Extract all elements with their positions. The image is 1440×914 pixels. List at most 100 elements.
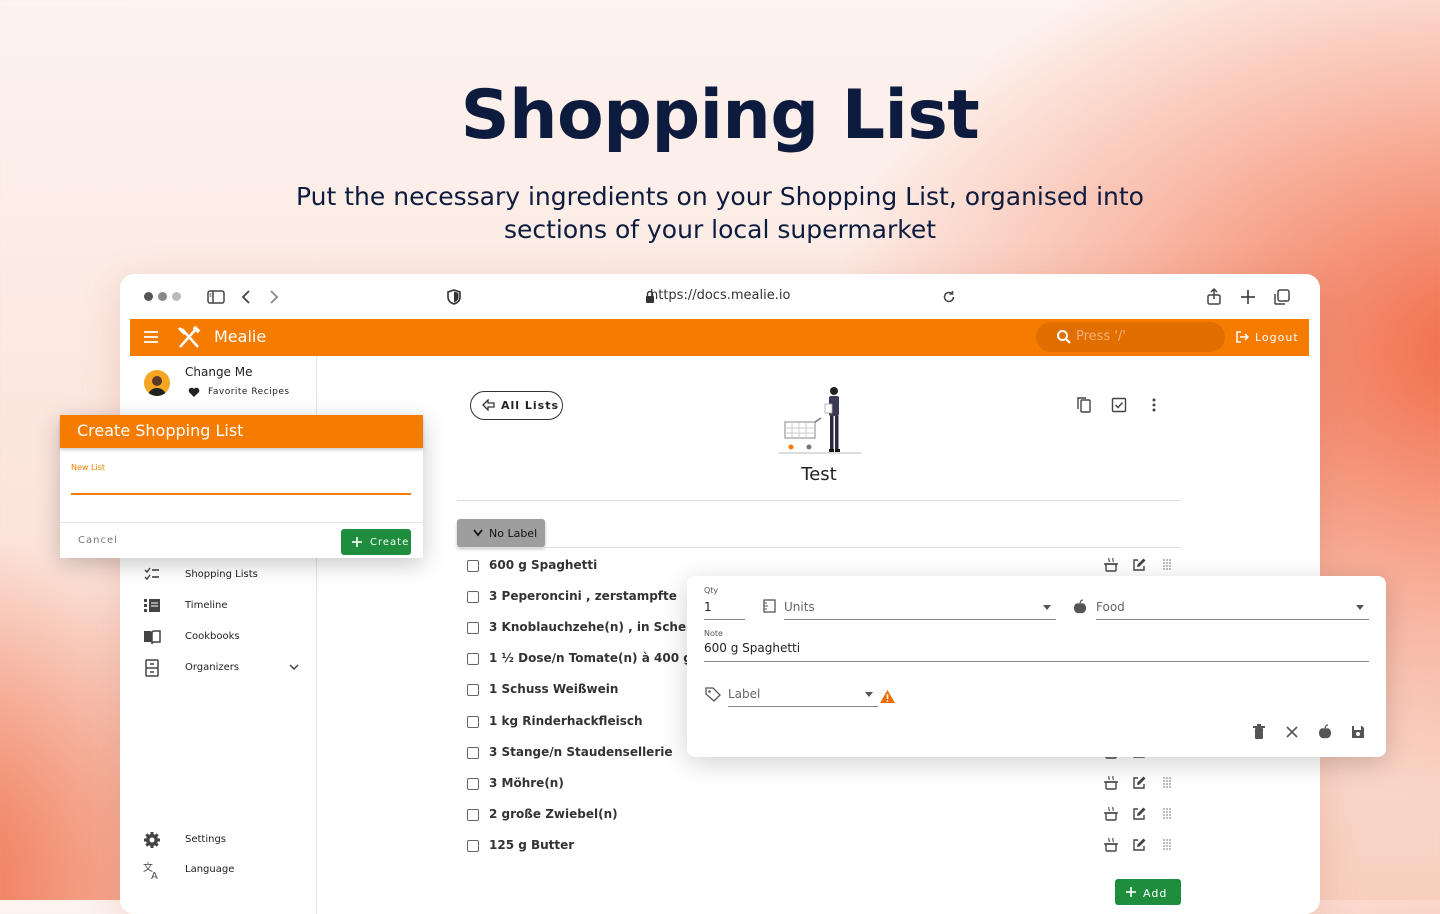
food-underline xyxy=(1096,619,1369,620)
tag-icon xyxy=(704,686,722,702)
food-apple-icon[interactable] xyxy=(1317,724,1333,740)
item-text: 3 Stange/n Staudensellerie xyxy=(489,744,673,759)
sidebar-item-label: Language xyxy=(185,864,235,875)
note-input[interactable]: 600 g Spaghetti xyxy=(704,641,800,655)
back-icon[interactable] xyxy=(236,286,258,308)
item-checkbox[interactable] xyxy=(467,591,479,604)
address-bar-url[interactable]: https://docs.mealie.io xyxy=(650,288,790,303)
window-maximize-dot[interactable] xyxy=(172,292,181,301)
label-dropdown-icon[interactable] xyxy=(864,690,874,698)
list-item[interactable]: 3 Möhre(n) xyxy=(467,775,1197,795)
close-icon[interactable] xyxy=(1285,725,1299,739)
copy-icon[interactable] xyxy=(1075,396,1093,414)
sidebar-item-timeline[interactable]: Timeline xyxy=(130,593,316,621)
plus-icon xyxy=(352,537,362,547)
chevron-down-icon[interactable] xyxy=(288,661,300,673)
sidebar-item-shopping-lists[interactable]: Shopping Lists xyxy=(130,562,316,590)
drag-handle-icon[interactable] xyxy=(1161,838,1173,852)
list-item[interactable]: 2 große Zwiebel(n) xyxy=(467,806,1197,826)
shield-icon[interactable] xyxy=(443,286,465,308)
check-all-icon[interactable] xyxy=(1110,396,1128,414)
window-close-dot[interactable] xyxy=(144,292,153,301)
avatar[interactable] xyxy=(144,370,170,396)
more-vert-icon[interactable] xyxy=(1145,396,1163,414)
all-lists-button[interactable]: All Lists xyxy=(470,391,563,420)
app-bar: Mealie Press '/' Logout xyxy=(130,319,1309,356)
item-checkbox[interactable] xyxy=(467,777,479,790)
food-dropdown-icon[interactable] xyxy=(1355,603,1365,611)
item-checkbox[interactable] xyxy=(467,746,479,759)
drag-handle-icon[interactable] xyxy=(1161,558,1173,572)
qty-label: Qty xyxy=(704,586,719,595)
app-brand[interactable]: Mealie xyxy=(214,327,266,346)
pot-icon[interactable] xyxy=(1103,775,1119,791)
delete-icon[interactable] xyxy=(1252,724,1266,740)
tabs-overview-icon[interactable] xyxy=(1271,286,1293,308)
all-lists-label: All Lists xyxy=(501,399,560,412)
item-text: 2 große Zwiebel(n) xyxy=(489,806,618,821)
label-group-toggle[interactable]: No Label xyxy=(457,519,545,547)
search-input[interactable]: Press '/' xyxy=(1036,322,1225,352)
add-item-button[interactable]: Add xyxy=(1115,879,1181,905)
edit-icon[interactable] xyxy=(1131,557,1147,573)
edit-icon[interactable] xyxy=(1131,806,1147,822)
drag-handle-icon[interactable] xyxy=(1161,807,1173,821)
mealie-logo-icon[interactable] xyxy=(176,325,202,351)
heart-icon xyxy=(188,387,200,398)
item-checkbox[interactable] xyxy=(467,622,479,635)
checklist-icon xyxy=(142,565,162,585)
qty-input[interactable]: 1 xyxy=(704,600,712,614)
organizer-icon xyxy=(142,658,162,678)
hero-subtitle: Put the necessary ingredients on your Sh… xyxy=(296,182,1144,244)
units-select[interactable]: Units xyxy=(784,600,815,614)
item-checkbox[interactable] xyxy=(467,715,479,728)
label-select[interactable]: Label xyxy=(728,687,760,701)
cancel-button[interactable]: Cancel xyxy=(78,535,118,546)
item-checkbox[interactable] xyxy=(467,560,479,572)
save-icon[interactable] xyxy=(1350,724,1366,740)
sidebar-item-organizers[interactable]: Organizers xyxy=(130,655,316,683)
menu-icon[interactable] xyxy=(142,329,160,345)
pot-icon[interactable] xyxy=(1103,806,1119,822)
units-underline xyxy=(784,619,1056,620)
item-text: 600 g Spaghetti xyxy=(489,558,598,572)
share-icon[interactable] xyxy=(1203,286,1225,308)
sidebar-item-label: Settings xyxy=(185,834,227,845)
new-list-input[interactable] xyxy=(71,473,411,493)
create-button[interactable]: Create xyxy=(341,529,411,555)
edit-icon[interactable] xyxy=(1131,775,1147,791)
reload-icon[interactable] xyxy=(938,286,960,308)
logout-label: Logout xyxy=(1255,331,1299,344)
item-checkbox[interactable] xyxy=(467,808,479,821)
item-checkbox[interactable] xyxy=(467,653,479,666)
sidebar-item-settings[interactable]: Settings xyxy=(130,827,316,855)
sidebar-item-cookbooks[interactable]: Cookbooks xyxy=(130,624,316,652)
pot-icon[interactable] xyxy=(1103,557,1119,573)
item-text: 3 Peperoncini , zerstampfte xyxy=(489,589,677,604)
item-checkbox[interactable] xyxy=(467,684,479,697)
user-name[interactable]: Change Me xyxy=(185,365,253,379)
drag-handle-icon[interactable] xyxy=(1161,776,1173,790)
warning-icon xyxy=(879,689,896,704)
pot-icon[interactable] xyxy=(1103,837,1119,853)
new-tab-icon[interactable] xyxy=(1237,286,1259,308)
favorite-recipes-link[interactable]: Favorite Recipes xyxy=(208,387,290,397)
units-dropdown-icon[interactable] xyxy=(1042,603,1052,611)
label-group-name: No Label xyxy=(489,527,538,540)
food-select[interactable]: Food xyxy=(1096,600,1125,614)
qty-underline xyxy=(704,619,745,620)
list-title: Test xyxy=(801,464,837,485)
sidebar-item-language[interactable]: 文A Language xyxy=(130,857,316,885)
sidebar-toggle-icon[interactable] xyxy=(205,286,227,308)
item-text: 125 g Butter xyxy=(489,837,575,852)
item-actions xyxy=(1103,775,1183,793)
window-minimize-dot[interactable] xyxy=(158,292,167,301)
edit-icon[interactable] xyxy=(1131,837,1147,853)
translate-icon: 文A xyxy=(142,860,162,880)
forward-icon[interactable] xyxy=(262,286,284,308)
chevron-down-icon xyxy=(472,528,484,538)
item-actions xyxy=(1103,837,1183,855)
list-item[interactable]: 600 g Spaghetti xyxy=(467,557,1197,577)
list-item[interactable]: 125 g Butter xyxy=(467,837,1197,857)
item-checkbox[interactable] xyxy=(467,839,479,852)
